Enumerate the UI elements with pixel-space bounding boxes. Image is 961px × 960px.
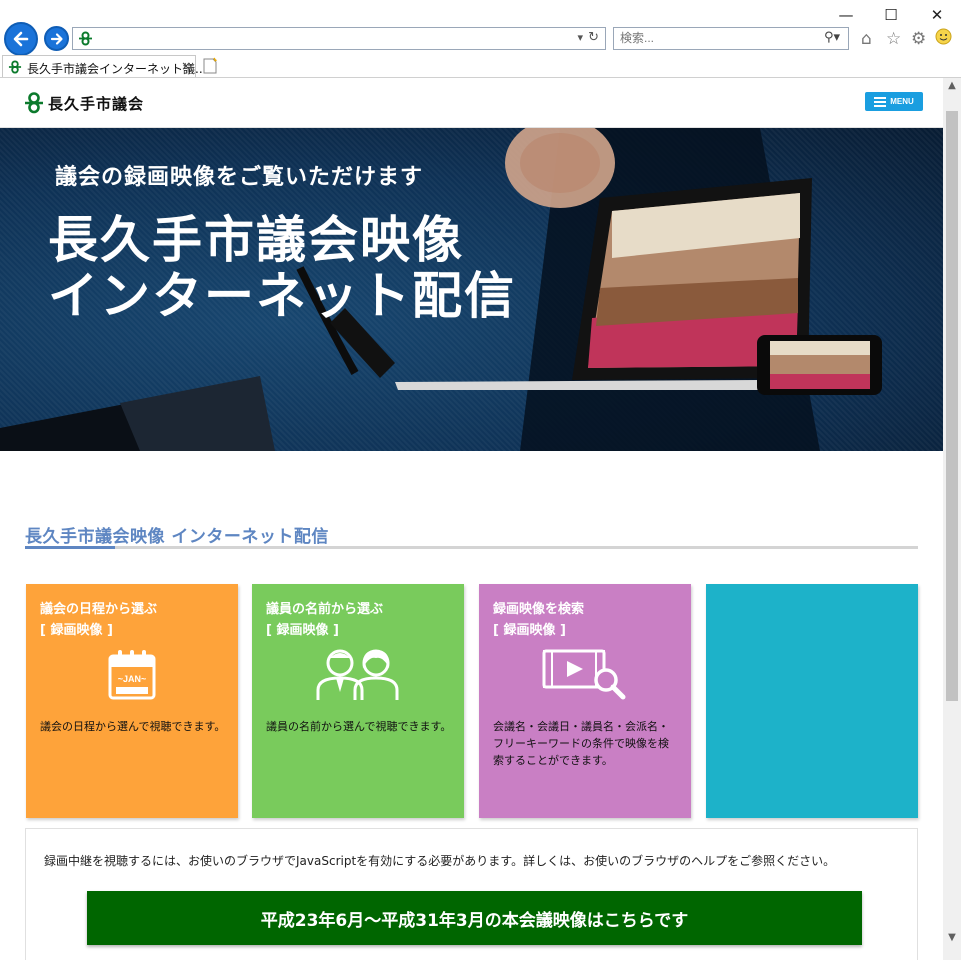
hero-banner: 議会の録画映像をご覧いただけます 長久手市議会映像 インターネット配信	[0, 128, 943, 451]
logo-text: 長久手市議会	[48, 94, 145, 113]
feedback-smiley-icon[interactable]	[935, 28, 952, 50]
arrow-right-icon	[50, 32, 63, 45]
people-icon	[252, 648, 464, 702]
card-schedule-desc: 議会の日程から選んで視聴できます。	[40, 720, 226, 733]
card-schedule-tag: [ 録画映像 ]	[40, 623, 113, 638]
back-button[interactable]	[4, 22, 38, 56]
tab-title: 長久手市議会インターネット議...	[27, 62, 207, 76]
card-members-heading: 議員の名前から選ぶ	[266, 602, 384, 617]
refresh-icon[interactable]: ↻	[588, 30, 599, 45]
new-tab-icon	[203, 57, 217, 74]
scroll-thumb[interactable]	[946, 111, 958, 701]
close-window-button[interactable]: ✕	[927, 6, 947, 24]
section-title: 長久手市議会映像 インターネット配信	[25, 527, 329, 547]
card-blank[interactable]	[706, 584, 918, 818]
home-icon[interactable]: ⌂	[861, 29, 872, 49]
card-schedule-title: 議会の日程から選ぶ [ 録画映像 ]	[40, 599, 157, 641]
archive-video-label: 平成23年6月～平成31年3月の本会議映像はこちらです	[260, 910, 689, 931]
hero-title-line2: インターネット配信	[48, 267, 516, 325]
card-video-search[interactable]: 録画映像を検索 [ 録画映像 ] 会議名・会議日・議員名・会派名・フリーキーワー…	[479, 584, 691, 818]
arrow-left-icon	[13, 31, 29, 47]
card-video-search-desc: 会議名・会議日・議員名・会派名・フリーキーワードの条件で映像を検索することができ…	[493, 720, 669, 767]
card-members-tag: [ 録画映像 ]	[266, 623, 339, 638]
maximize-button[interactable]: ☐	[881, 6, 901, 24]
settings-gear-icon[interactable]: ⚙	[911, 29, 926, 49]
card-members-title: 議員の名前から選ぶ [ 録画映像 ]	[266, 599, 383, 641]
menu-button[interactable]: MENU	[865, 92, 923, 111]
card-schedule[interactable]: 議会の日程から選ぶ [ 録画映像 ] ~JAN~ 議会の日程から選んで視聴できま…	[26, 584, 238, 818]
javascript-notice: 録画中継を視聴するには、お使いのブラウザでJavaScriptを有効にする必要が…	[44, 854, 836, 868]
card-video-search-tag: [ 録画映像 ]	[493, 623, 566, 638]
hamburger-icon	[874, 96, 887, 107]
video-search-icon	[479, 648, 691, 704]
site-logo[interactable]: 長久手市議会	[24, 92, 144, 114]
city-emblem-icon	[25, 92, 43, 114]
section-underline-accent	[25, 546, 115, 549]
calendar-icon: ~JAN~	[26, 648, 238, 700]
web-page: 長久手市議会 MENU 議会の録画映像をご覧いただけます 長久手市議会映像 イン…	[0, 78, 943, 960]
new-tab-button[interactable]	[201, 57, 221, 76]
search-input[interactable]	[620, 31, 800, 45]
minimize-button[interactable]: —	[836, 6, 856, 24]
card-video-search-title: 録画映像を検索 [ 録画映像 ]	[493, 599, 584, 641]
address-dropdown-icon[interactable]: ▾	[577, 31, 583, 44]
scroll-up-icon[interactable]: ▲	[943, 78, 961, 94]
search-box[interactable]: ⚲▾	[613, 27, 849, 50]
calendar-icon-text: ~JAN~	[118, 674, 147, 684]
tab-favicon-icon	[8, 59, 22, 78]
browser-tab[interactable]: 長久手市議会インターネット議... ×	[2, 55, 206, 78]
scroll-down-icon[interactable]: ▼	[943, 930, 961, 946]
browser-chrome: — ☐ ✕ ▾ ↻ ⚲▾ ⌂ ☆ ⚙ 長久手市議会インターネット議... ×	[0, 0, 961, 78]
address-bar[interactable]: ▾ ↻	[72, 27, 606, 50]
site-favicon-icon	[78, 31, 93, 50]
hero-subtitle: 議会の録画映像をご覧いただけます	[55, 165, 424, 190]
favorites-star-icon[interactable]: ☆	[886, 29, 901, 49]
page-scrollbar[interactable]: ▲ ▼	[943, 78, 961, 960]
site-header: 長久手市議会 MENU	[0, 78, 943, 128]
card-members-desc: 議員の名前から選んで視聴できます。	[266, 720, 452, 733]
tab-close-icon[interactable]: ×	[181, 59, 191, 73]
menu-label: MENU	[890, 97, 914, 106]
card-video-search-heading: 録画映像を検索	[493, 602, 585, 617]
search-icon[interactable]: ⚲▾	[824, 30, 840, 45]
card-members[interactable]: 議員の名前から選ぶ [ 録画映像 ] 議員の名前から選んで視聴できます。	[252, 584, 464, 818]
forward-button[interactable]	[44, 26, 69, 51]
archive-video-button[interactable]: 平成23年6月～平成31年3月の本会議映像はこちらです	[87, 891, 862, 945]
card-schedule-heading: 議会の日程から選ぶ	[40, 602, 158, 617]
section-underline	[25, 546, 918, 549]
